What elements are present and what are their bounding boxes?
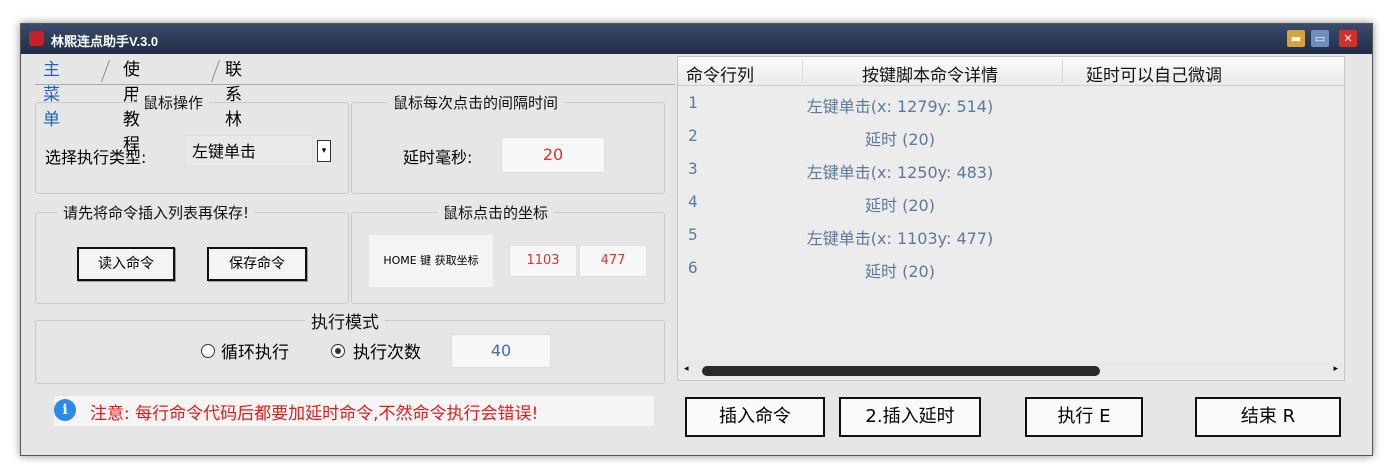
loop-radio[interactable] (201, 344, 215, 358)
list-row[interactable]: 4 延时 (20) (678, 186, 1344, 219)
run-button[interactable]: 执行 E (1025, 397, 1143, 437)
home-key-label: HOME 键 获取坐标 (369, 235, 493, 287)
column-divider (1062, 59, 1063, 83)
row-command: 延时 (20) (865, 262, 935, 281)
scroll-right-icon[interactable]: ▸ (1333, 364, 1338, 374)
count-radio[interactable] (331, 344, 345, 358)
tab-main-menu[interactable]: 主菜单 (43, 58, 60, 130)
coord-x-value: 1103 (509, 245, 577, 277)
command-file-title: 请先将命令插入列表再保存! (57, 202, 256, 223)
interval-title: 鼠标每次点击的间隔时间 (387, 92, 565, 113)
horizontal-scrollbar[interactable]: ◂ ▸ (678, 361, 1344, 378)
row-command: 延时 (20) (865, 196, 935, 215)
warning-text: 注意: 每行命令代码后都要加延时命令,不然命令执行会错误! (90, 404, 539, 424)
coord-y-value: 477 (579, 245, 647, 277)
insert-command-button[interactable]: 插入命令 (685, 397, 825, 437)
row-command: 左键单击(x: 1103y: 477) (806, 229, 994, 248)
scrollbar-thumb[interactable] (702, 366, 1100, 376)
execution-mode-title: 执行模式 (305, 308, 385, 333)
execution-type-select[interactable]: 左键单击 (185, 135, 313, 167)
tab-divider (210, 60, 221, 82)
stop-button[interactable]: 结束 R (1195, 397, 1341, 437)
save-commands-button[interactable]: 保存命令 (207, 247, 307, 281)
count-radio-label: 执行次数 (353, 343, 421, 363)
insert-delay-button[interactable]: 2.插入延时 (839, 397, 981, 437)
delay-ms-label: 延时毫秒: (403, 148, 473, 167)
warning-note: i 注意: 每行命令代码后都要加延时命令,不然命令执行会错误! (54, 396, 654, 426)
close-icon[interactable]: ✕ (1339, 30, 1357, 47)
info-icon: i (54, 399, 76, 421)
row-command: 左键单击(x: 1279y: 514) (806, 97, 994, 116)
coordinates-title: 鼠标点击的坐标 (437, 202, 555, 223)
loop-radio-label: 循环执行 (221, 343, 289, 363)
execution-type-label: 选择执行类型: (45, 148, 147, 167)
scroll-left-icon[interactable]: ◂ (684, 364, 689, 374)
title-bar[interactable]: 林熙连点助手V.3.0 ▬ ▭ ✕ (21, 24, 1372, 54)
tab-tutorial[interactable]: 使用教程 (123, 58, 140, 155)
command-list[interactable]: 命令行列 按键脚本命令详情 延时可以自己微调 1 左键单击(x: 1279y: … (677, 56, 1345, 381)
column-divider (802, 59, 803, 83)
execution-type-value: 左键单击 (192, 142, 257, 161)
restore-icon[interactable]: ▭ (1311, 30, 1329, 47)
app-logo-icon (29, 31, 44, 46)
dropdown-chevron-icon[interactable]: ▾ (317, 140, 331, 162)
list-row[interactable]: 3 左键单击(x: 1250y: 483) (678, 153, 1344, 186)
row-command: 左键单击(x: 1250y: 483) (806, 163, 994, 182)
column-header-detail[interactable]: 按键脚本命令详情 (862, 61, 998, 86)
list-row[interactable]: 6 延时 (20) (678, 252, 1344, 285)
tab-contact[interactable]: 联系林熙 (225, 58, 242, 155)
app-window: 林熙连点助手V.3.0 ▬ ▭ ✕ 主菜单 使用教程 联系林熙 鼠标操作 选择执… (20, 23, 1373, 456)
list-row[interactable]: 1 左键单击(x: 1279y: 514) (678, 87, 1344, 120)
row-command: 延时 (20) (865, 130, 935, 149)
list-header: 命令行列 按键脚本命令详情 延时可以自己微调 (678, 57, 1344, 86)
window-title: 林熙连点助手V.3.0 (51, 34, 159, 49)
list-row[interactable]: 5 左键单击(x: 1103y: 477) (678, 219, 1344, 252)
tab-underline (35, 84, 675, 85)
minimize-icon[interactable]: ▬ (1287, 30, 1305, 47)
column-header-delay[interactable]: 延时可以自己微调 (1086, 61, 1222, 86)
delay-ms-input[interactable]: 20 (501, 137, 605, 173)
list-row[interactable]: 2 延时 (20) (678, 120, 1344, 153)
mouse-operation-title: 鼠标操作 (137, 92, 210, 113)
column-header-line[interactable]: 命令行列 (686, 61, 754, 86)
exec-count-input[interactable]: 40 (451, 334, 551, 368)
tab-divider (100, 60, 111, 82)
read-commands-button[interactable]: 读入命令 (77, 247, 175, 281)
